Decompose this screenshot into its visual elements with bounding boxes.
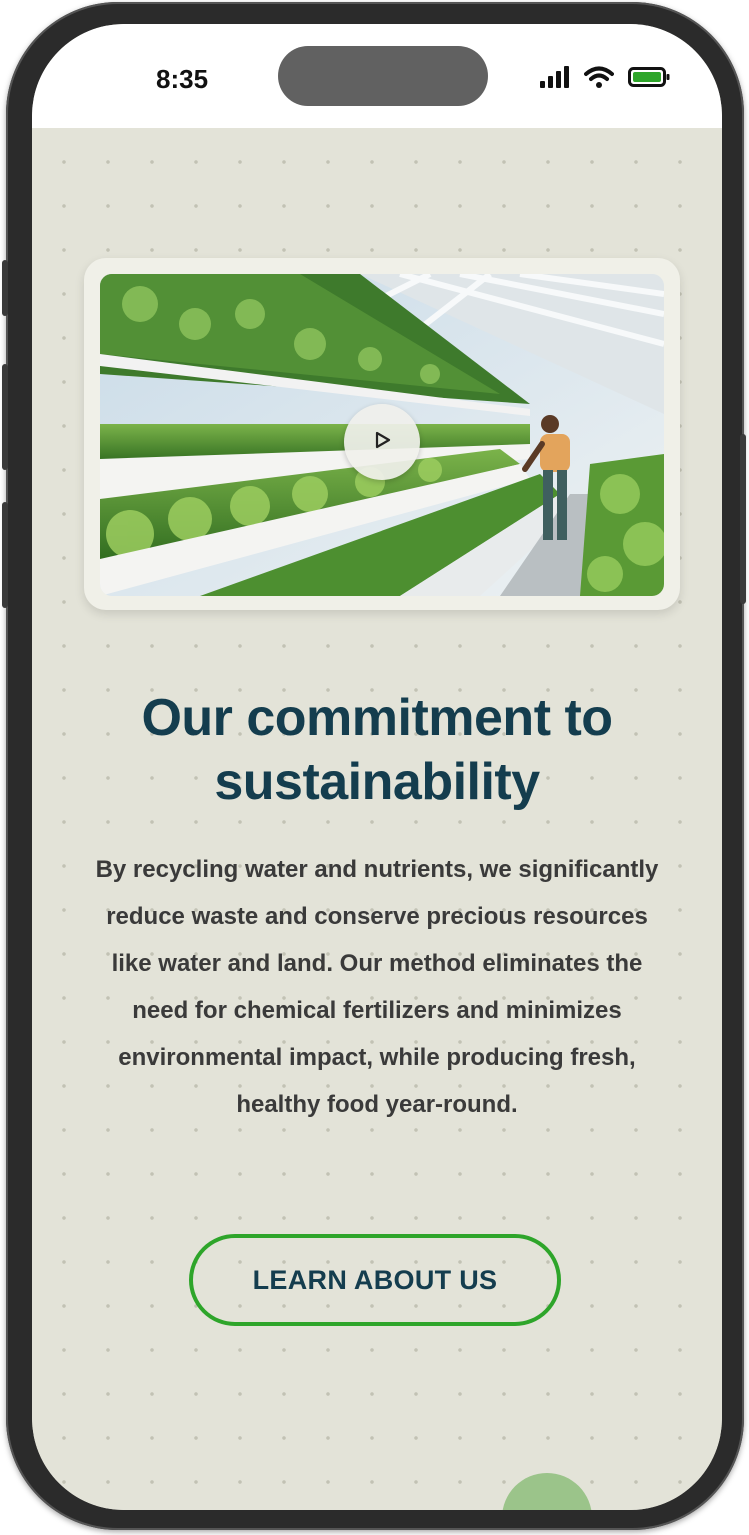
main-content: Our commitment to sustainability By recy… [32,128,722,1510]
play-icon [372,430,392,455]
section-body-text: By recycling water and nutrients, we sig… [95,856,659,1118]
dynamic-island [278,46,488,106]
action-button [2,260,8,316]
section-headline: Our commitment to sustainability [141,689,613,811]
battery-icon [628,66,670,93]
volume-down-button [2,502,8,608]
status-bar: 8:35 [32,24,722,128]
wifi-icon [584,66,614,93]
power-button [740,434,746,604]
signal-icon [540,65,570,93]
video-card [84,258,680,610]
volume-up-button [2,364,8,470]
video-thumbnail[interactable] [100,274,664,596]
learn-about-us-button[interactable]: LEARN ABOUT US [189,1234,561,1326]
phone-frame: 8:35 Our commitment to sustainability By… [2,2,746,1530]
play-button[interactable] [344,404,420,480]
status-time: 8:35 [156,64,209,94]
status-icons [540,64,670,94]
floating-action-button[interactable] [502,1473,592,1510]
phone-screen: 8:35 Our commitment to sustainability By… [32,24,722,1510]
